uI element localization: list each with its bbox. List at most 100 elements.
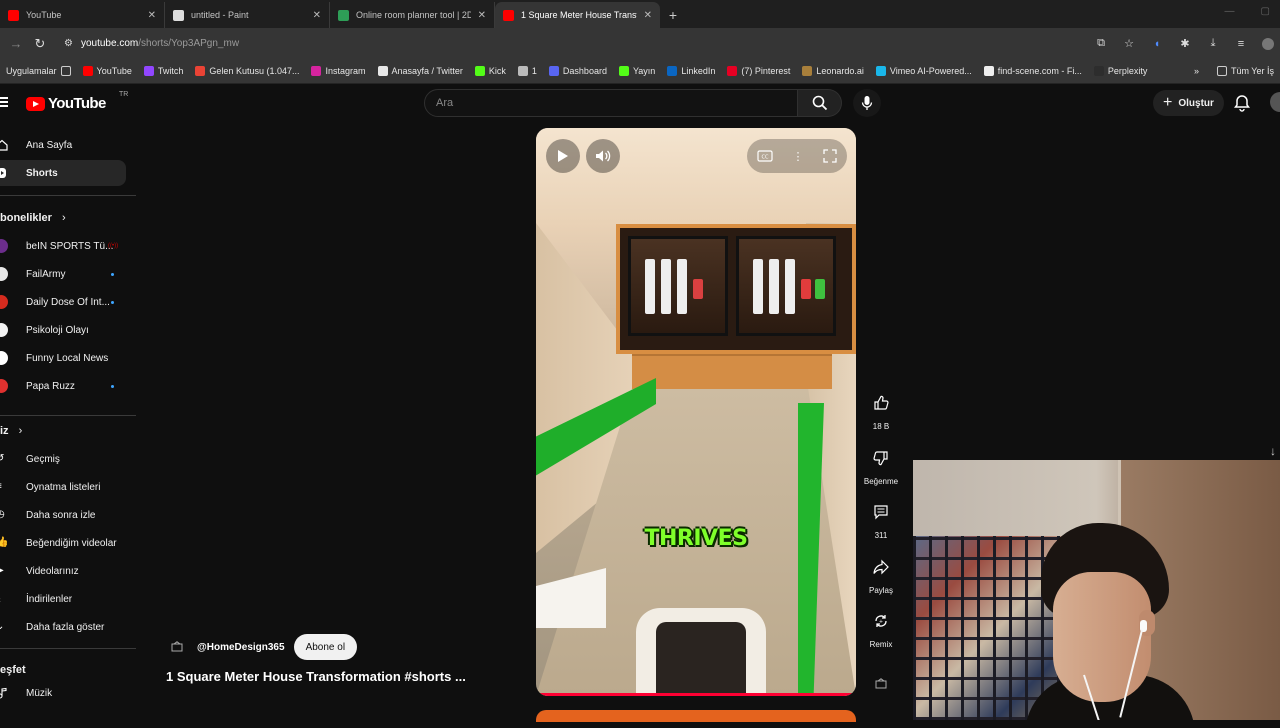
logo-text: YouTube [48,95,106,112]
video-progress-bar[interactable] [536,693,856,696]
account-avatar[interactable] [1270,92,1280,112]
downloads-icon[interactable]: ⤓ [1206,37,1220,51]
short-title[interactable]: 1 Square Meter House Transformation #sho… [166,669,466,684]
subscriptions-heading[interactable]: bonelikler › [0,212,66,224]
bookmark-item[interactable]: Anasayfa / Twitter [372,66,469,76]
bookmark-item[interactable]: 1 [512,66,543,76]
new-tab-icon[interactable]: + [660,2,686,28]
webcam-overlay [913,460,1280,720]
more-bookmarks-icon[interactable]: » [1194,66,1199,76]
bookmark-item[interactable]: Instagram [305,66,371,76]
site-info-icon[interactable]: ⚙ [64,38,73,49]
sidebar-item-subscription[interactable]: beIN SPORTS Tü... ((•)) [0,233,126,259]
tab-label: Online room planner tool | 2D [356,10,471,20]
bookmark-star-icon[interactable]: ☆ [1122,37,1136,51]
subscribe-button[interactable]: Abone ol [293,634,358,660]
channel-name[interactable]: @HomeDesign365 [197,642,285,653]
next-short-arrow-icon[interactable]: ↓ [1270,444,1276,458]
sidebar-item-video[interactable]: ▶ Videolarınız [0,558,126,584]
bookmark-item[interactable]: Kick [469,66,512,76]
sidebar-item-subscription[interactable]: Papa Ruzz [0,373,126,399]
captions-icon[interactable]: CC [757,150,773,162]
maximize-icon[interactable]: ▢ [1261,6,1270,17]
sidebar-item-like[interactable]: 👍 Beğendiğim videolar [0,530,126,556]
remix-action[interactable]: + Remix [862,606,900,649]
sidebar-item-shorts[interactable]: Shorts [0,160,126,186]
bookmark-favicon-icon [143,66,154,76]
bookmark-item[interactable]: YouTube [77,66,138,76]
bookmark-item[interactable]: Leonardo.ai [796,66,870,76]
download-icon: ⤓ [0,593,8,605]
forward-icon[interactable]: → [4,32,28,56]
channel-avatar-icon[interactable] [166,636,188,658]
bookmark-label: Anasayfa / Twitter [391,66,463,76]
share-action[interactable]: Paylaş [862,552,900,595]
sidebar-item-subscription[interactable]: Daily Dose Of Int... [0,289,126,315]
bookmark-item[interactable]: Twitch [138,66,190,76]
dislike-action[interactable]: Beğenme [862,443,900,486]
sidebar-divider [0,415,136,416]
sidebar-item-music[interactable]: Müzik [0,680,126,706]
tab-current-short[interactable]: 1 Square Meter House Transforn ✕ [495,2,660,28]
url-field[interactable]: ⚙ youtube.com/shorts/Yop3APgn_mw [58,33,1078,55]
minimize-icon[interactable]: — [1225,6,1235,17]
close-tab-icon[interactable]: ✕ [313,10,321,21]
volume-button[interactable] [586,139,620,173]
more-options-icon[interactable]: ⋮ [792,150,803,163]
sidebar-item-label: Beğendiğim videolar [26,537,117,549]
tab-paint[interactable]: untitled - Paint ✕ [165,2,330,28]
you-heading-text: iz [0,425,9,437]
next-short-preview[interactable] [536,710,856,722]
you-heading[interactable]: iz › [0,425,22,437]
sidebar-item-history[interactable]: ↺ Geçmiş [0,446,126,472]
close-tab-icon[interactable]: ✕ [644,10,652,21]
install-app-icon[interactable]: ⧉ [1094,37,1108,51]
search-input[interactable]: Ara [424,89,798,117]
create-button[interactable]: + Oluştur [1153,90,1224,116]
bookmark-label: Leonardo.ai [816,66,864,76]
sidebar-item-download[interactable]: ⤓ İndirilenler [0,586,126,612]
bookmark-item[interactable]: Perplexity [1088,66,1154,76]
music-icon [0,687,7,699]
notifications-bell-icon[interactable] [1233,94,1251,112]
close-tab-icon[interactable]: ✕ [478,10,486,21]
like-action[interactable]: 18 B [862,388,900,431]
bookmark-item[interactable]: (7) Pinterest [721,66,796,76]
reload-icon[interactable]: ↻ [28,32,52,56]
youtube-logo[interactable]: YouTube TR [26,91,128,112]
tab-room-planner[interactable]: Online room planner tool | 2D ✕ [330,2,495,28]
voice-search-button[interactable] [853,89,881,117]
shorts-icon [0,168,6,178]
bookmark-item[interactable]: Dashboard [543,66,613,76]
comments-action[interactable]: 311 [862,497,900,540]
channel-sound-action[interactable] [862,674,900,694]
bookmark-item[interactable]: Uygulamalar [0,66,77,76]
fullscreen-icon[interactable] [823,149,837,163]
profile-icon[interactable] [1262,37,1274,50]
video-wardrobe [616,224,856,354]
sidebar-item-subscription[interactable]: FailArmy [0,261,126,287]
sidebar-item-subscription[interactable]: Funny Local News [0,345,126,371]
sidebar-item-subscription[interactable]: Psikoloji Olayı [0,317,126,343]
paint-favicon-icon [173,9,184,21]
sidebar-item-chevron-down[interactable]: ⌄ Daha fazla göster [0,614,126,640]
short-video-player[interactable]: THRIVES CC ⋮ [536,128,856,696]
search-button[interactable] [798,89,842,117]
bookmark-item[interactable]: Yayın [613,66,661,76]
reading-list-icon[interactable]: ≡ [1234,37,1248,51]
menu-icon[interactable] [0,97,8,107]
bookmark-item[interactable]: Gelen Kutusu (1.047... [189,66,305,76]
extension-audio-icon[interactable]: ◖ [1150,37,1164,51]
tab-youtube[interactable]: YouTube ✕ [0,2,165,28]
bookmark-item[interactable]: Vimeo AI-Powered... [870,66,978,76]
play-button[interactable] [546,139,580,173]
bookmark-favicon-icon [667,66,678,76]
extensions-icon[interactable]: ✱ [1178,37,1192,51]
sidebar-item-playlist[interactable]: ≡ Oynatma listeleri [0,474,126,500]
all-bookmarks[interactable]: » Tüm Yer İş [1188,66,1280,76]
bookmark-item[interactable]: find-scene.com - Fi... [978,66,1088,76]
bookmark-item[interactable]: LinkedIn [661,66,721,76]
sidebar-item-home[interactable]: Ana Sayfa [0,132,126,158]
sidebar-item-clock[interactable]: ◷ Daha sonra izle [0,502,126,528]
close-tab-icon[interactable]: ✕ [148,10,156,21]
